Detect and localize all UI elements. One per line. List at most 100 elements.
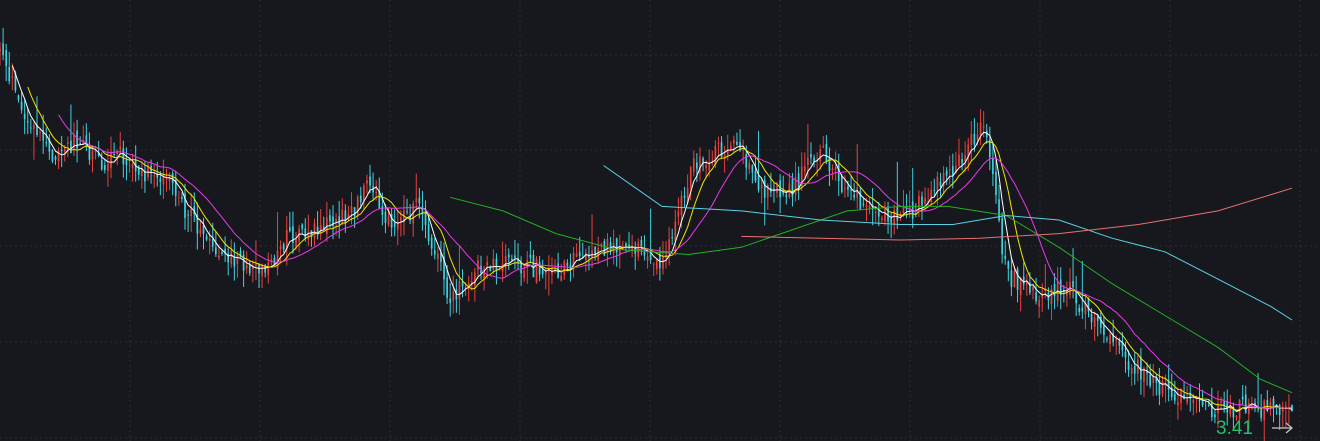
candle-body bbox=[936, 176, 939, 190]
candle-body bbox=[1078, 307, 1081, 312]
candle-body bbox=[748, 163, 751, 170]
candle-body bbox=[258, 264, 260, 274]
candle-body bbox=[100, 159, 103, 170]
candle-body bbox=[674, 221, 677, 241]
candlestick-chart: 3.41 bbox=[0, 0, 1320, 441]
candle-body bbox=[881, 218, 883, 221]
candle-body bbox=[951, 166, 954, 176]
candle-body bbox=[1130, 367, 1133, 374]
candle-body bbox=[119, 146, 122, 150]
candle-body bbox=[893, 209, 896, 225]
candle-body bbox=[446, 277, 448, 298]
candle-body bbox=[190, 208, 193, 216]
candle-body bbox=[122, 148, 125, 165]
candle-body bbox=[973, 133, 976, 145]
candle-body bbox=[520, 262, 522, 274]
candle-body bbox=[387, 216, 390, 225]
candle-body bbox=[646, 256, 649, 261]
candle-body bbox=[733, 139, 735, 144]
candle-body bbox=[1016, 268, 1019, 290]
candle-body bbox=[79, 143, 82, 145]
candle-body bbox=[359, 195, 362, 203]
candle-body bbox=[578, 251, 581, 257]
candle-body bbox=[964, 155, 966, 162]
candle-body bbox=[400, 217, 402, 221]
candle-body bbox=[366, 180, 368, 184]
candle-body bbox=[350, 206, 353, 213]
candle-body bbox=[230, 250, 233, 264]
candle-body bbox=[461, 281, 464, 287]
candle-body bbox=[54, 156, 57, 160]
candle-body bbox=[474, 272, 476, 286]
candle-body bbox=[652, 263, 655, 265]
ma60-line bbox=[449, 196, 1293, 394]
candle-body bbox=[921, 196, 923, 206]
candle-body bbox=[1013, 271, 1016, 288]
candle-body bbox=[452, 291, 455, 301]
candle-body bbox=[514, 255, 516, 258]
candle-body bbox=[279, 246, 282, 250]
candle-body bbox=[575, 253, 578, 257]
candle-body bbox=[948, 169, 951, 171]
candle-body bbox=[803, 165, 806, 172]
candle-body bbox=[1019, 278, 1022, 296]
candle-body bbox=[144, 171, 146, 182]
candle-body bbox=[2, 43, 4, 56]
candle-body bbox=[887, 206, 889, 222]
candle-body bbox=[868, 205, 871, 209]
candle-body bbox=[683, 195, 686, 198]
candle-body bbox=[874, 211, 877, 213]
candle-body bbox=[282, 244, 285, 250]
candle-body bbox=[103, 165, 106, 171]
candle-body bbox=[924, 197, 926, 204]
candle-body bbox=[255, 263, 257, 266]
candle-body bbox=[289, 227, 291, 231]
candle-body bbox=[1010, 270, 1013, 287]
candle-body bbox=[655, 259, 658, 269]
candle-body bbox=[834, 167, 837, 170]
candle-body bbox=[847, 186, 849, 190]
candle-body bbox=[1035, 292, 1037, 302]
candle-body bbox=[671, 237, 674, 239]
candle-body bbox=[20, 101, 23, 110]
candle-body bbox=[304, 228, 307, 239]
candle-body bbox=[705, 164, 707, 168]
candle-body bbox=[301, 224, 304, 229]
candle-body bbox=[529, 254, 532, 258]
candle-body bbox=[890, 218, 892, 223]
candle-body bbox=[763, 179, 766, 198]
candle-body bbox=[736, 141, 738, 146]
candle-body bbox=[717, 142, 720, 144]
candle-body bbox=[477, 260, 479, 270]
candle-body bbox=[939, 181, 942, 187]
candle-body bbox=[17, 95, 20, 100]
candle-body bbox=[110, 152, 112, 168]
candle-body bbox=[958, 154, 960, 167]
candle-body bbox=[384, 211, 387, 223]
candle-body bbox=[433, 250, 436, 255]
candle-body bbox=[961, 158, 963, 164]
candle-body bbox=[507, 254, 510, 258]
candle-body bbox=[205, 235, 208, 240]
candle-body bbox=[862, 204, 865, 206]
candle-body bbox=[680, 195, 683, 216]
candle-body bbox=[187, 214, 189, 216]
candle-body bbox=[375, 191, 378, 194]
candle-body bbox=[5, 50, 8, 66]
candle-body bbox=[856, 187, 859, 198]
candle-body bbox=[689, 167, 692, 188]
candle-body bbox=[1038, 300, 1040, 307]
candle-body bbox=[918, 195, 920, 211]
candle-body bbox=[11, 75, 14, 78]
candle-body bbox=[406, 211, 408, 213]
candle-body bbox=[1177, 402, 1179, 406]
candle-body bbox=[729, 145, 732, 151]
candle-body bbox=[85, 135, 88, 147]
candle-body bbox=[1192, 399, 1195, 404]
candle-body bbox=[107, 163, 109, 172]
candle-body bbox=[113, 154, 115, 156]
candle-body bbox=[933, 189, 936, 191]
candle-body bbox=[8, 66, 11, 82]
candle-body bbox=[131, 163, 134, 169]
candle-body bbox=[745, 153, 748, 168]
